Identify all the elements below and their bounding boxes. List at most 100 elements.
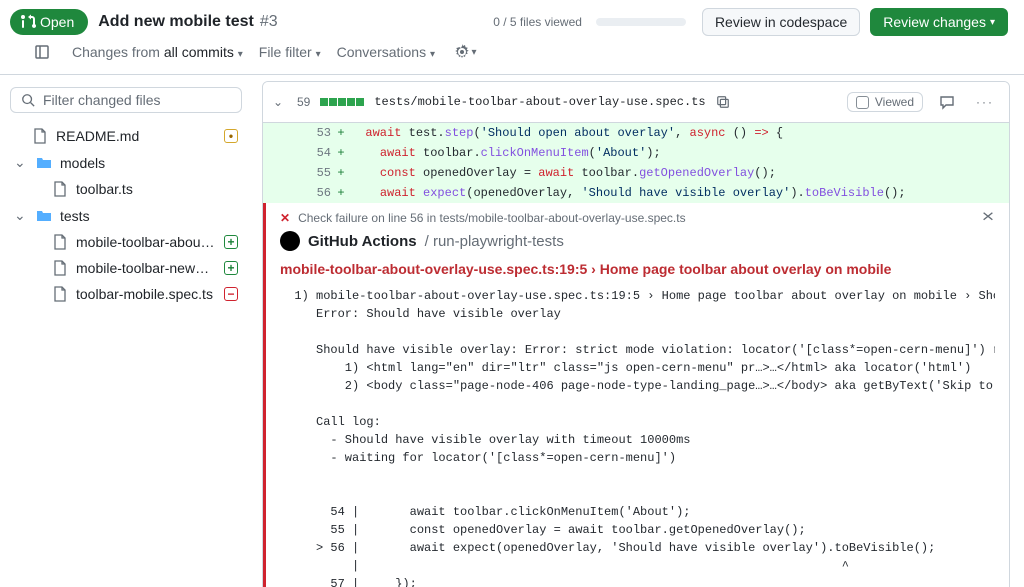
search-icon bbox=[21, 93, 35, 107]
diff-row: 56+ await expect(openedOverlay, 'Should … bbox=[263, 183, 1009, 203]
modified-icon: • bbox=[224, 129, 238, 143]
file-tree-toggle[interactable] bbox=[28, 38, 56, 66]
copy-path-button[interactable] bbox=[716, 95, 730, 109]
diff-code: await toolbar.clickOnMenuItem('About'); bbox=[351, 143, 1009, 163]
annotation-body: 1) mobile-toolbar-about-overlay-use.spec… bbox=[280, 287, 995, 587]
tree-folder-label: tests bbox=[60, 208, 238, 224]
tree-file-label: README.md bbox=[56, 128, 216, 144]
file-card: ⌄ 59 tests/mobile-toolbar-about-overlay-… bbox=[262, 81, 1010, 587]
annotation-title: mobile-toolbar-about-overlay-use.spec.ts… bbox=[280, 261, 995, 277]
chevron-down-icon[interactable]: ⌄ bbox=[273, 95, 287, 109]
diff-sign: + bbox=[331, 183, 351, 203]
file-tree: Filter changed files README.md • ⌄ model… bbox=[0, 75, 252, 587]
diff-code: await expect(openedOverlay, 'Should have… bbox=[351, 183, 1009, 203]
collapse-icon bbox=[981, 211, 995, 225]
x-icon: ✕ bbox=[280, 211, 290, 225]
tree-folder-models[interactable]: ⌄ models bbox=[8, 149, 244, 176]
viewed-label: Viewed bbox=[875, 95, 914, 109]
deleted-icon: − bbox=[224, 287, 238, 301]
diff-row: 55+ const openedOverlay = await toolbar.… bbox=[263, 163, 1009, 183]
new-line-number: 55 bbox=[297, 163, 331, 183]
old-line-number bbox=[263, 143, 297, 163]
conversations-dropdown[interactable]: Conversations ▾ bbox=[337, 44, 435, 60]
annotation-source-job: / run-playwright-tests bbox=[425, 233, 564, 250]
folder-open-icon bbox=[36, 208, 52, 224]
diff-row: 53+ await test.step('Should open about o… bbox=[263, 123, 1009, 143]
new-line-number: 56 bbox=[297, 183, 331, 203]
review-in-codespace-button[interactable]: Review in codespace bbox=[702, 8, 860, 36]
caret-down-icon: ▾ bbox=[990, 17, 995, 28]
annotation-source[interactable]: GitHub Actions / run-playwright-tests bbox=[280, 231, 995, 251]
filter-placeholder: Filter changed files bbox=[43, 92, 161, 108]
annotation-source-name: GitHub Actions bbox=[308, 233, 417, 250]
file-icon bbox=[52, 234, 68, 250]
tree-folder-label: models bbox=[60, 155, 238, 171]
file-icon bbox=[32, 128, 48, 144]
added-icon: + bbox=[224, 261, 238, 275]
status-open-label: Open bbox=[40, 14, 74, 30]
caret-down-icon: ▾ bbox=[472, 47, 477, 58]
tree-file-toolbar-ts[interactable]: toolbar.ts bbox=[8, 176, 244, 202]
tree-file-label: toolbar-mobile.spec.ts bbox=[76, 286, 216, 302]
tree-file-readme[interactable]: README.md • bbox=[8, 123, 244, 149]
file-filter-dropdown[interactable]: File filter ▾ bbox=[259, 44, 321, 60]
changes-from-dropdown[interactable]: Changes from all commits ▾ bbox=[72, 44, 243, 60]
caret-down-icon: ▾ bbox=[316, 49, 321, 60]
annotation-summary: Check failure on line 56 in tests/mobile… bbox=[298, 211, 686, 225]
tree-folder-tests[interactable]: ⌄ tests bbox=[8, 202, 244, 229]
old-line-number bbox=[263, 163, 297, 183]
diff-sign: + bbox=[331, 123, 351, 143]
file-path[interactable]: tests/mobile-toolbar-about-overlay-use.s… bbox=[374, 95, 705, 109]
pull-request-icon bbox=[20, 14, 36, 30]
pr-title: Add new mobile test bbox=[98, 13, 254, 31]
diff-table: 53+ await test.step('Should open about o… bbox=[263, 123, 1009, 203]
chevron-down-icon: ⌄ bbox=[14, 207, 28, 224]
diff-sign: + bbox=[331, 163, 351, 183]
tree-file-label: toolbar.ts bbox=[76, 181, 238, 197]
diff-row: 54+ await toolbar.clickOnMenuItem('About… bbox=[263, 143, 1009, 163]
diff-code: await test.step('Should open about overl… bbox=[351, 123, 1009, 143]
pr-subheader: Changes from all commits ▾ File filter ▾… bbox=[0, 38, 1024, 75]
caret-down-icon: ▾ bbox=[238, 49, 243, 60]
diff-blocks bbox=[320, 98, 364, 106]
diff-code: const openedOverlay = await toolbar.getO… bbox=[351, 163, 1009, 183]
tree-file-about-overlay[interactable]: mobile-toolbar-about-overla… + bbox=[8, 229, 244, 255]
gear-icon bbox=[454, 44, 470, 60]
folder-open-icon bbox=[36, 155, 52, 171]
caret-down-icon: ▾ bbox=[430, 49, 435, 60]
review-changes-label: Review changes bbox=[883, 14, 986, 30]
file-comment-button[interactable] bbox=[933, 88, 961, 116]
tree-file-label: mobile-toolbar-newcontext.s… bbox=[76, 260, 216, 276]
comment-icon bbox=[939, 94, 955, 110]
files-viewed-label: 0 / 5 files viewed bbox=[493, 15, 582, 29]
review-changes-button[interactable]: Review changes ▾ bbox=[870, 8, 1008, 36]
old-line-number bbox=[263, 123, 297, 143]
file-menu-button[interactable]: ··· bbox=[971, 88, 999, 116]
collapse-annotation-button[interactable] bbox=[981, 211, 995, 225]
pr-number: #3 bbox=[260, 13, 278, 31]
check-failure-annotation: ✕ Check failure on line 56 in tests/mobi… bbox=[263, 203, 1009, 587]
diff-sign: + bbox=[331, 143, 351, 163]
filter-files-input[interactable]: Filter changed files bbox=[10, 87, 242, 113]
added-icon: + bbox=[224, 235, 238, 249]
chevron-down-icon: ⌄ bbox=[14, 154, 28, 171]
new-line-number: 53 bbox=[297, 123, 331, 143]
status-open-badge: Open bbox=[10, 9, 88, 35]
diff-pane: ⌄ 59 tests/mobile-toolbar-about-overlay-… bbox=[252, 75, 1024, 587]
file-icon bbox=[52, 260, 68, 276]
tree-file-newcontext[interactable]: mobile-toolbar-newcontext.s… + bbox=[8, 255, 244, 281]
tree-file-toolbar-mobile[interactable]: toolbar-mobile.spec.ts − bbox=[8, 281, 244, 307]
checkbox-icon bbox=[856, 96, 869, 109]
lines-added: 59 bbox=[297, 95, 310, 109]
old-line-number bbox=[263, 183, 297, 203]
new-line-number: 54 bbox=[297, 143, 331, 163]
pr-header: Open Add new mobile test #3 0 / 5 files … bbox=[0, 0, 1024, 38]
settings-dropdown[interactable]: ▾ bbox=[451, 38, 479, 66]
viewed-toggle[interactable]: Viewed bbox=[847, 92, 923, 112]
file-header: ⌄ 59 tests/mobile-toolbar-about-overlay-… bbox=[263, 82, 1009, 123]
github-actions-icon bbox=[280, 231, 300, 251]
file-icon bbox=[52, 286, 68, 302]
file-icon bbox=[52, 181, 68, 197]
files-viewed-progress bbox=[596, 18, 686, 26]
tree-file-label: mobile-toolbar-about-overla… bbox=[76, 234, 216, 250]
